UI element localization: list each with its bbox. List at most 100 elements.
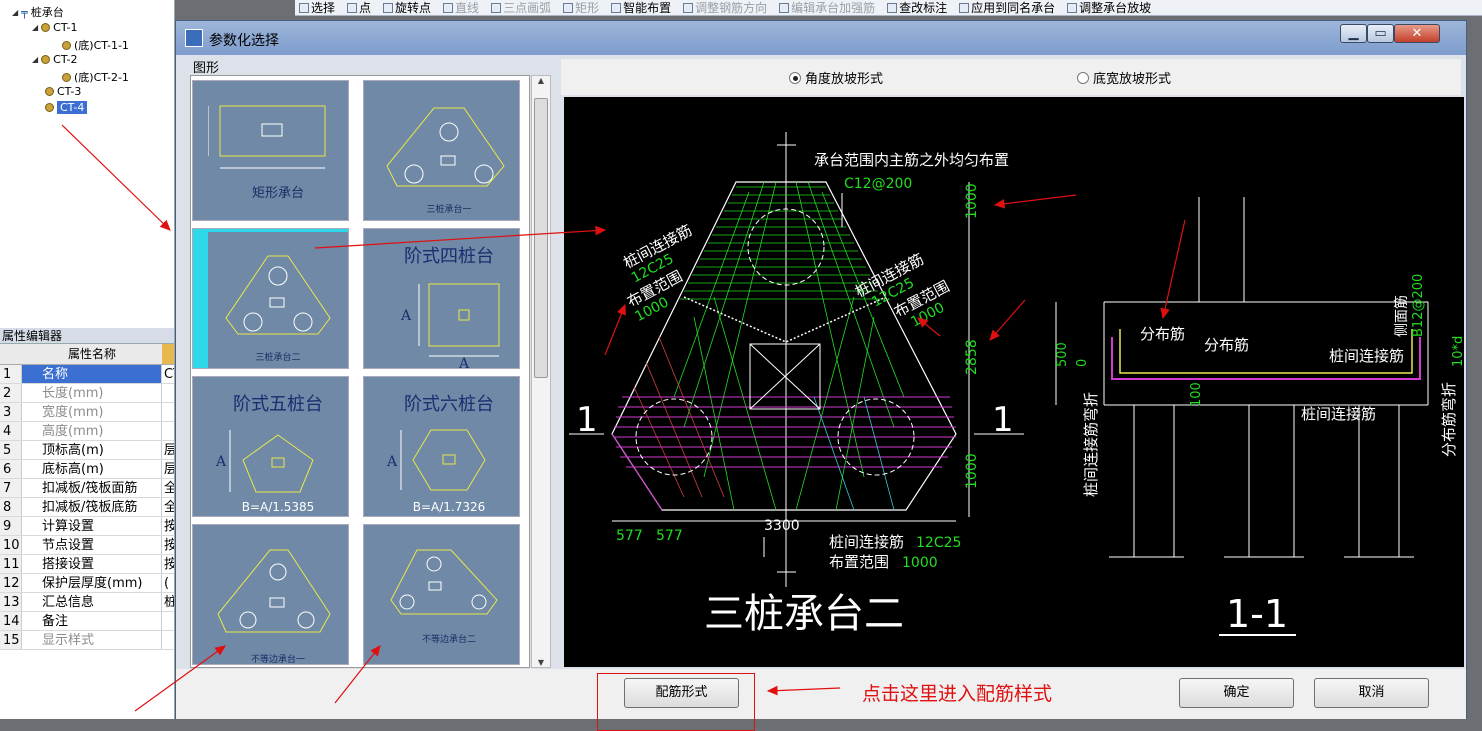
toolbar-item[interactable]: 三点画弧	[487, 0, 555, 15]
toolbar-item[interactable]: 调整钢筋方向	[679, 0, 771, 15]
property-row[interactable]: 3 宽度(mm)	[0, 403, 174, 422]
tree-node-ct-4[interactable]: CT-4	[45, 101, 88, 114]
dim-3300: 3300	[764, 518, 800, 534]
thumb-step-6[interactable]: 阶式六桩台 A B=A/1.7326	[363, 376, 520, 517]
close-button[interactable]: ✕	[1394, 24, 1440, 43]
tool-icon	[563, 2, 574, 13]
radio-dot[interactable]	[1077, 71, 1089, 84]
sec-dist-1: 分布筋	[1140, 325, 1185, 343]
toolbar-item[interactable]: 矩形	[559, 0, 603, 15]
property-value[interactable]: 层	[162, 460, 174, 478]
toolbar-item[interactable]: 直线	[439, 0, 483, 15]
property-row[interactable]: 15 显示样式	[0, 631, 174, 650]
property-value[interactable]: 按	[162, 555, 174, 573]
property-row[interactable]: 6 底标高(m) 层	[0, 460, 174, 479]
thumb-three-pile-1[interactable]: 三桩承台一	[363, 80, 520, 221]
thumb-three-pile-2[interactable]: 三桩承台二	[192, 228, 349, 369]
property-name: 备注	[22, 612, 162, 630]
scroll-down-icon[interactable]: ▼	[532, 658, 550, 667]
property-row[interactable]: 2 长度(mm)	[0, 384, 174, 403]
property-value[interactable]	[162, 422, 174, 440]
property-num: 1	[0, 365, 22, 383]
property-value[interactable]	[162, 403, 174, 421]
radio-angle-slope[interactable]: 角度放坡形式	[789, 68, 883, 87]
toolbar-item[interactable]: 选择	[295, 0, 339, 15]
property-value[interactable]: 桩	[162, 593, 174, 611]
sec-10d: 10*d	[1451, 336, 1464, 367]
gear-icon	[41, 55, 51, 64]
ok-button[interactable]: 确定	[1179, 678, 1294, 708]
property-row[interactable]: 1名称CT	[0, 365, 174, 384]
toolbar-item[interactable]: 点	[343, 0, 375, 15]
bottom-label-3: 布置范围	[829, 553, 889, 571]
toolbar-item[interactable]: 智能布置	[607, 0, 675, 15]
collapse-icon[interactable]: ◢	[12, 8, 18, 17]
property-row[interactable]: 10 节点设置按	[0, 536, 174, 555]
toolbar-item[interactable]: 应用到同名承台	[955, 0, 1059, 15]
minimize-icon: ▁	[1348, 26, 1359, 41]
property-row[interactable]: 12 保护层厚度(mm)(	[0, 574, 174, 593]
property-value[interactable]: 层	[162, 441, 174, 459]
tool-icon	[347, 2, 358, 13]
maximize-button[interactable]: ▭	[1367, 24, 1394, 43]
collapse-icon[interactable]: ◢	[32, 55, 38, 64]
property-row[interactable]: 13 汇总信息桩	[0, 593, 174, 612]
property-row[interactable]: 11 搭接设置按	[0, 555, 174, 574]
property-value[interactable]: 按	[162, 517, 174, 535]
gear-icon	[45, 87, 54, 96]
header-value	[162, 344, 174, 364]
toolbar-item[interactable]: 查改标注	[883, 0, 951, 15]
sec-0: 0	[1075, 359, 1090, 367]
minimize-button[interactable]: ▁	[1340, 24, 1367, 43]
property-row[interactable]: 14 备注	[0, 612, 174, 631]
property-value[interactable]	[162, 631, 174, 649]
thumb-unequal-1[interactable]: 不等边承台一	[192, 524, 349, 665]
property-num: 4	[0, 422, 22, 440]
property-row[interactable]: 8 扣减板/筏板底筋全	[0, 498, 174, 517]
tree-node-ct-2[interactable]: ◢ CT-2	[32, 53, 78, 66]
radio-base-width-slope[interactable]: 底宽放坡形式	[1077, 68, 1171, 87]
toolbar-item[interactable]: 调整承台放坡	[1063, 0, 1155, 15]
tree-root[interactable]: ◢ ╤ 桩承台	[12, 4, 64, 20]
property-row[interactable]: 5 顶标高(m) 层	[0, 441, 174, 460]
property-value[interactable]	[162, 384, 174, 402]
tree-node-ct-2-1[interactable]: (底)CT-2-1	[62, 69, 129, 85]
thumb-step-5[interactable]: 阶式五桩台 A B=A/1.5385	[192, 376, 349, 517]
toolbar-item[interactable]: 编辑承台加强筋	[775, 0, 879, 15]
toolbar-item[interactable]: 旋转点	[379, 0, 435, 15]
radio-label: 角度放坡形式	[805, 72, 884, 87]
dialog-titlebar[interactable]: 参数化选择 ▁ ▭ ✕	[176, 21, 1466, 55]
thumb-step-4[interactable]: 阶式四桩台 A A	[363, 228, 520, 372]
scroll-thumb[interactable]	[534, 98, 548, 378]
thumb-rect-cap[interactable]: 矩形承台	[192, 80, 349, 221]
thumbnail-scrollbar[interactable]: ▲ ▼	[531, 75, 551, 668]
scroll-up-icon[interactable]: ▲	[532, 76, 550, 85]
property-row[interactable]: 9 计算设置按	[0, 517, 174, 536]
property-editor: 属性编辑器 属性名称 1名称CT2长度(mm)3宽度(mm)4高度(mm)5顶标…	[0, 328, 175, 719]
collapse-icon[interactable]: ◢	[32, 23, 38, 32]
svg-text:A: A	[386, 454, 398, 470]
thumb-inner: 不等边承台二	[379, 528, 519, 664]
property-value[interactable]: CT	[162, 365, 174, 383]
thumb-unequal-2[interactable]: 不等边承台二	[363, 524, 520, 665]
property-row[interactable]: 4 高度(mm)	[0, 422, 174, 441]
property-editor-title: 属性编辑器	[0, 328, 174, 344]
thumb-caption: 阶式六桩台	[404, 394, 494, 415]
rebar-style-button[interactable]: 配筋形式	[624, 678, 739, 708]
property-row[interactable]: 7 扣减板/筏板面筋全	[0, 479, 174, 498]
tree-node-ct-1[interactable]: ◢ CT-1	[32, 21, 78, 34]
cancel-button[interactable]: 取消	[1314, 678, 1429, 708]
property-value[interactable]: 全	[162, 479, 174, 497]
tree-node-ct-3[interactable]: CT-3	[45, 85, 81, 98]
property-value[interactable]: (	[162, 574, 174, 592]
app-icon	[185, 29, 203, 47]
property-num: 10	[0, 536, 22, 554]
property-num: 15	[0, 631, 22, 649]
property-value[interactable]: 全	[162, 498, 174, 516]
cad-preview: 1 1 1000 2858 1000 577 577 3300 承台范围内主筋之…	[564, 97, 1466, 667]
property-value[interactable]: 按	[162, 536, 174, 554]
property-value[interactable]	[162, 612, 174, 630]
property-name: 名称	[22, 365, 162, 383]
radio-dot[interactable]	[789, 71, 801, 84]
tree-node-ct-1-1[interactable]: (底)CT-1-1	[62, 37, 129, 53]
